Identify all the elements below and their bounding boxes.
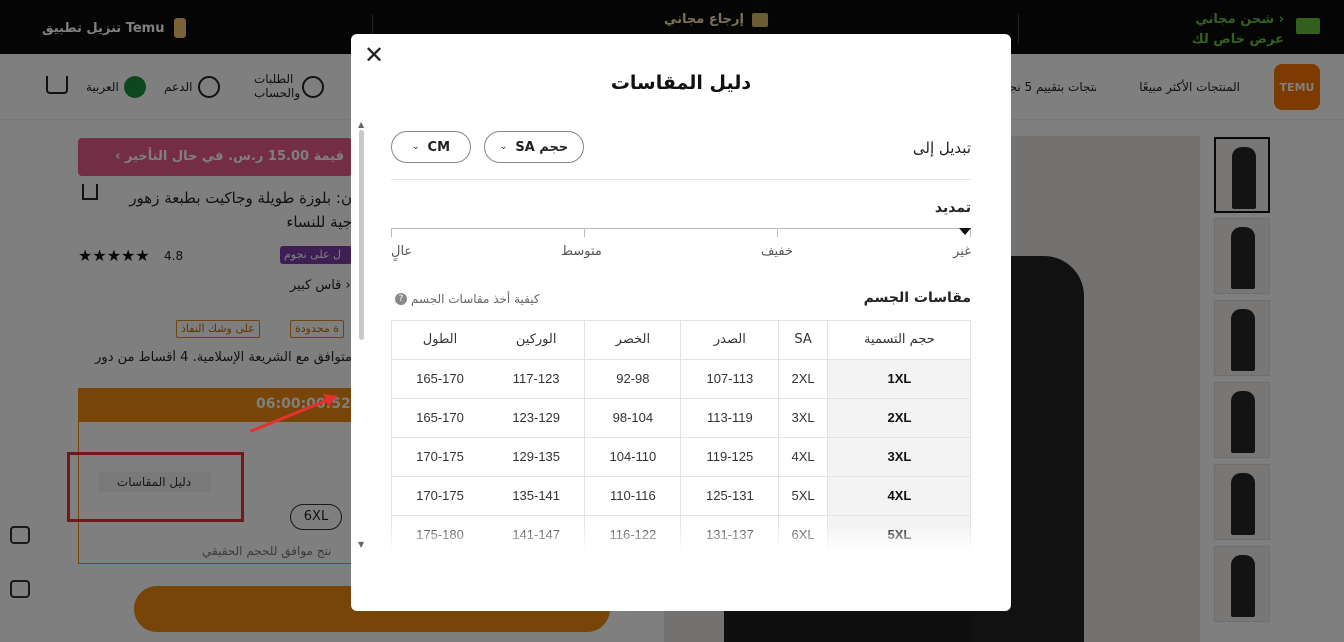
table-cell: 98-104 <box>584 398 682 438</box>
table-cell: 2XL <box>778 359 828 399</box>
table-cell: 1XL <box>827 359 970 399</box>
col-header-bust: الصدر <box>680 321 780 360</box>
table-cell: 4XL <box>778 437 828 477</box>
table-row: 1XL 2XL 107-113 92-98 117-123 165-170 <box>392 359 970 399</box>
table-cell: 165-170 <box>392 359 488 399</box>
stretch-none: غير <box>953 244 971 259</box>
stretch-medium: متوسط <box>561 244 602 259</box>
col-header-label-size: حجم التسمية <box>827 321 970 360</box>
stretch-marker-icon <box>959 228 971 235</box>
table-row: 4XL 5XL 125-131 110-116 135-141 170-175 <box>392 476 970 516</box>
table-cell: 125-131 <box>680 476 780 516</box>
stretch-title: تمديد <box>934 200 971 216</box>
unit-dropdown[interactable]: ⌄ CM <box>391 131 471 163</box>
size-system-dropdown[interactable]: ⌄ SA حجم <box>484 131 584 163</box>
table-cell: 3XL <box>778 398 828 438</box>
table-row: 3XL 4XL 119-125 104-110 129-135 170-175 <box>392 437 970 477</box>
table-cell: 123-129 <box>487 398 586 438</box>
size-system-value: SA حجم <box>515 139 569 155</box>
col-header-sa: SA <box>778 321 828 360</box>
close-icon[interactable]: ✕ <box>363 43 385 67</box>
unit-value: CM <box>427 139 451 155</box>
table-cell: 170-175 <box>392 437 488 477</box>
how-to-measure-link[interactable]: ? كيفية أخذ مقاسات الجسم <box>395 292 540 306</box>
size-table: حجم التسمية SA الصدر الخصر الوركين الطول… <box>391 320 971 550</box>
table-cell: 2XL <box>827 398 970 438</box>
col-header-hips: الوركين <box>487 321 586 360</box>
table-cell: 170-175 <box>392 476 488 516</box>
table-cell: 3XL <box>827 437 970 477</box>
table-cell: 107-113 <box>680 359 780 399</box>
size-guide-modal: ✕ دليل المقاسات ▲ ▼ تبديل إلى ⌄ SA حجم ⌄… <box>351 34 1011 611</box>
table-cell: 119-125 <box>680 437 780 477</box>
table-cell: 5XL <box>778 476 828 516</box>
question-icon: ? <box>395 293 407 305</box>
table-cell: 113-119 <box>680 398 780 438</box>
table-cell: 4XL <box>827 476 970 516</box>
stretch-tick <box>391 228 392 237</box>
table-cell: 92-98 <box>584 359 682 399</box>
table-cell: 104-110 <box>584 437 682 477</box>
col-header-length: الطول <box>392 321 488 360</box>
table-header-row: حجم التسمية SA الصدر الخصر الوركين الطول <box>392 321 970 360</box>
chevron-down-icon: ⌄ <box>411 142 420 152</box>
body-measurements-title: مقاسات الجسم <box>863 290 971 306</box>
scroll-down-icon[interactable]: ▼ <box>358 540 364 549</box>
chevron-down-icon: ⌄ <box>499 142 508 152</box>
modal-scrollbar[interactable] <box>359 130 364 340</box>
modal-title: دليل المقاسات <box>610 72 752 94</box>
stretch-scale <box>391 228 971 229</box>
table-scroll-fade <box>391 524 971 550</box>
stretch-tick <box>584 228 585 237</box>
table-cell: 135-141 <box>487 476 586 516</box>
how-to-measure-label: كيفية أخذ مقاسات الجسم <box>411 292 540 306</box>
table-cell: 117-123 <box>487 359 586 399</box>
table-row: 2XL 3XL 113-119 98-104 123-129 165-170 <box>392 398 970 438</box>
table-cell: 129-135 <box>487 437 586 477</box>
stretch-high: عالٍ <box>391 244 413 259</box>
stretch-tick <box>777 228 778 237</box>
convert-label: تبديل إلى <box>912 139 971 157</box>
divider <box>391 179 971 180</box>
col-header-waist: الخصر <box>584 321 682 360</box>
table-cell: 110-116 <box>584 476 682 516</box>
stretch-light: خفيف <box>761 244 793 259</box>
table-cell: 165-170 <box>392 398 488 438</box>
scroll-up-icon[interactable]: ▲ <box>358 120 364 129</box>
